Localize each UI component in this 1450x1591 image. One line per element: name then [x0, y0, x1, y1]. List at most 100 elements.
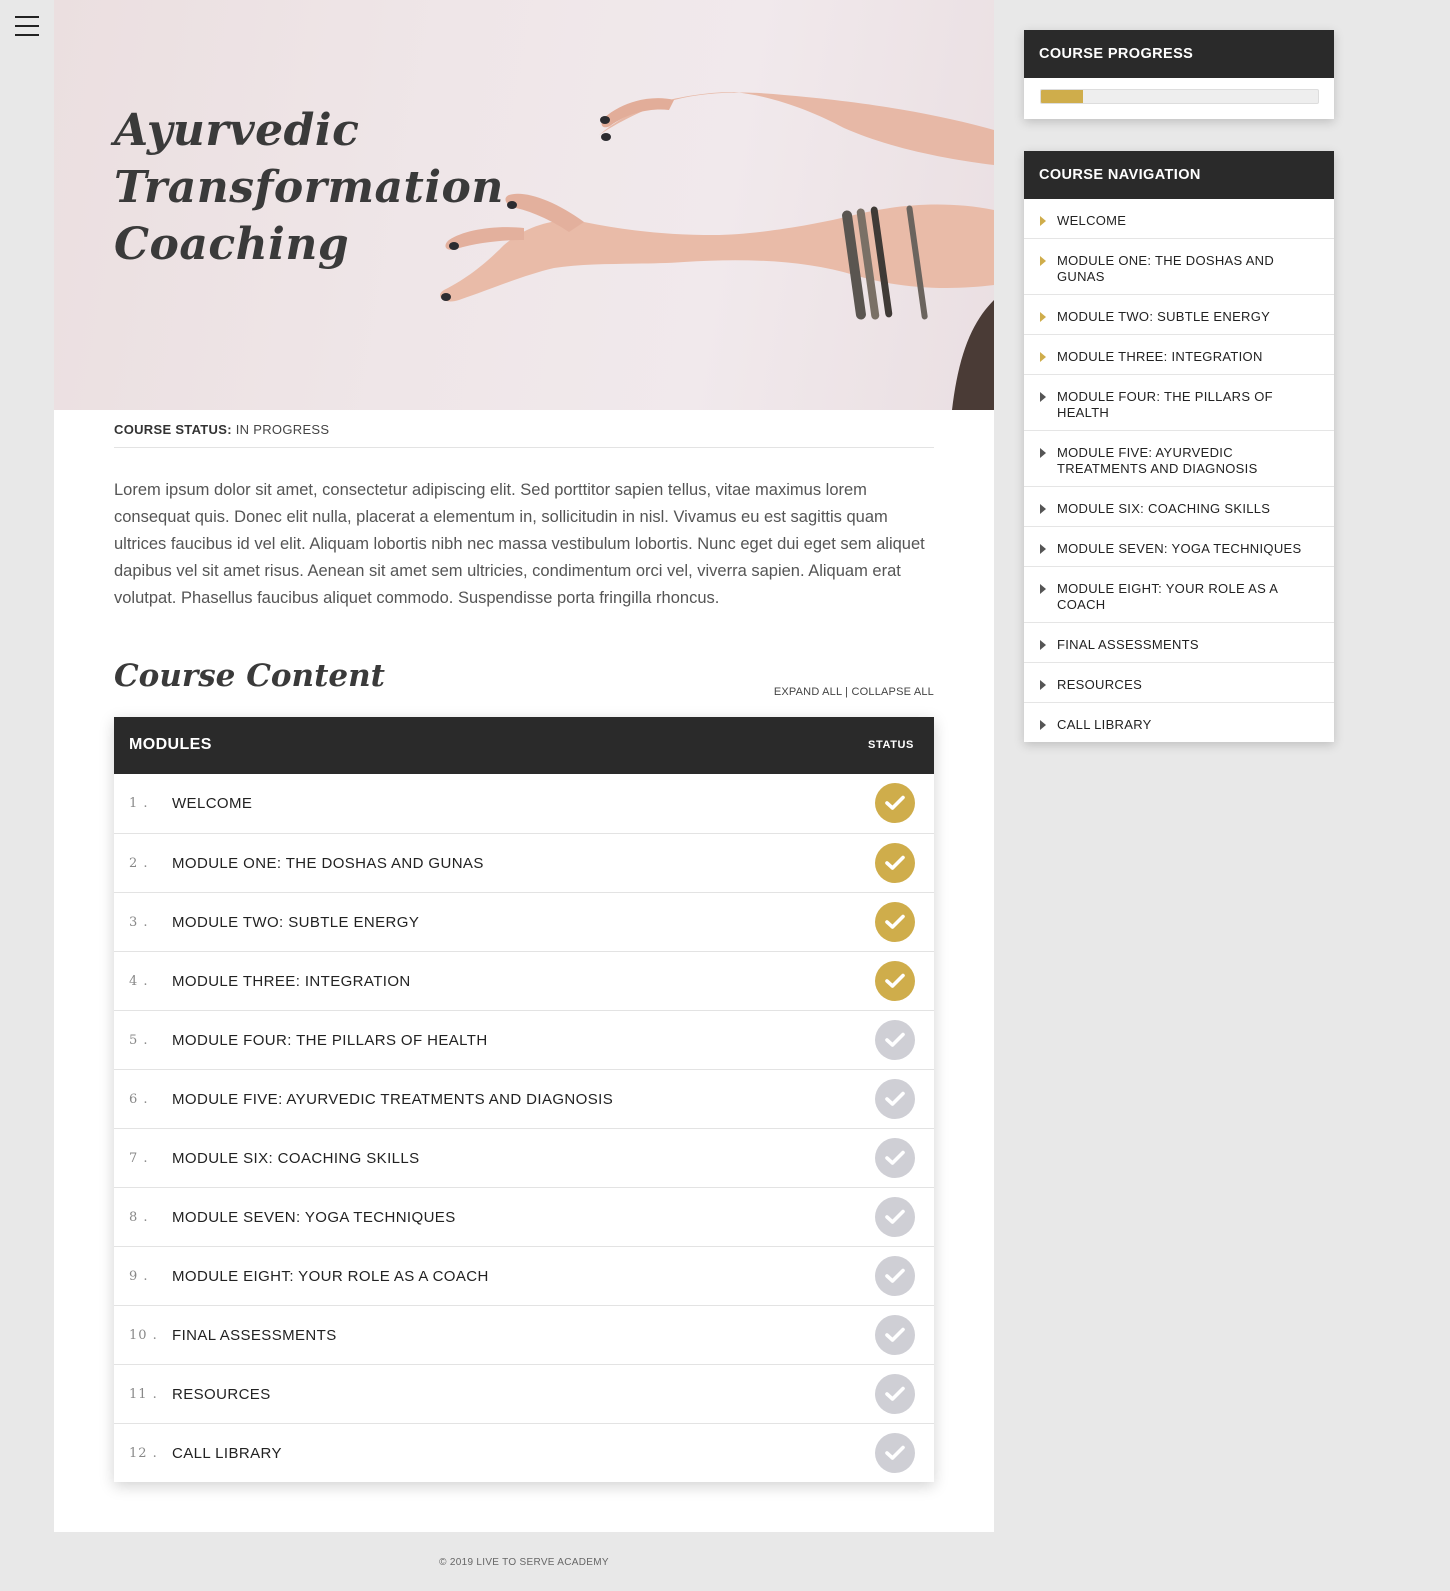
nav-item-label: MODULE EIGHT: YOUR ROLE AS A COACH	[1057, 581, 1278, 612]
expand-all-link[interactable]: EXPAND ALL	[774, 686, 842, 698]
course-navigation-title: COURSE NAVIGATION	[1024, 151, 1334, 199]
checkmark-icon	[885, 914, 905, 929]
checkmark-icon	[885, 855, 905, 870]
module-row[interactable]: 8 . MODULE SEVEN: YOGA TECHNIQUES	[114, 1187, 934, 1246]
course-navigation-widget: COURSE NAVIGATION WELCOME MODULE ONE: THE…	[1024, 151, 1334, 742]
module-number: 11 .	[129, 1387, 158, 1402]
caret-right-icon	[1040, 544, 1046, 554]
module-number: 7 .	[129, 1151, 149, 1166]
caret-right-icon	[1040, 392, 1046, 402]
caret-right-icon	[1040, 216, 1046, 226]
module-title[interactable]: MODULE EIGHT: YOUR ROLE AS A COACH	[172, 1268, 489, 1285]
module-status-icon	[875, 783, 915, 823]
module-title[interactable]: MODULE SIX: COACHING SKILLS	[172, 1150, 420, 1167]
checkmark-icon	[885, 1268, 905, 1283]
nav-item[interactable]: MODULE FIVE: AYURVEDIC TREATMENTS AND DI…	[1024, 430, 1334, 486]
caret-right-icon	[1040, 640, 1046, 650]
nav-item-label: MODULE ONE: THE DOSHAS AND GUNAS	[1057, 253, 1275, 284]
module-title[interactable]: FINAL ASSESSMENTS	[172, 1327, 337, 1344]
caret-right-icon	[1040, 680, 1046, 690]
module-row[interactable]: 9 . MODULE EIGHT: YOUR ROLE AS A COACH	[114, 1246, 934, 1305]
module-title[interactable]: RESOURCES	[172, 1386, 271, 1403]
module-row[interactable]: 2 . MODULE ONE: THE DOSHAS AND GUNAS	[114, 833, 934, 892]
nav-item-label: MODULE SEVEN: YOGA TECHNIQUES	[1057, 541, 1302, 556]
caret-right-icon	[1040, 584, 1046, 594]
module-title[interactable]: MODULE ONE: THE DOSHAS AND GUNAS	[172, 855, 484, 872]
course-title: Ayurvedic Transformation Coaching	[114, 102, 504, 273]
module-title[interactable]: MODULE THREE: INTEGRATION	[172, 973, 411, 990]
main-content: Ayurvedic Transformation Coaching COURSE…	[54, 0, 994, 1532]
module-status-icon	[875, 961, 915, 1001]
nav-item[interactable]: MODULE SIX: COACHING SKILLS	[1024, 486, 1334, 526]
caret-right-icon	[1040, 256, 1046, 266]
course-content-header: Course Content EXPAND ALL | COLLAPSE ALL	[114, 658, 934, 698]
module-row[interactable]: 4 . MODULE THREE: INTEGRATION	[114, 951, 934, 1010]
nav-item[interactable]: WELCOME	[1024, 199, 1334, 238]
modules-table-header: MODULES STATUS	[114, 717, 934, 774]
module-number: 1 .	[129, 796, 149, 811]
module-row[interactable]: 1 . WELCOME	[114, 774, 934, 833]
course-progress-widget: COURSE PROGRESS	[1024, 30, 1334, 119]
module-status-icon	[875, 1138, 915, 1178]
caret-right-icon	[1040, 504, 1046, 514]
nav-item-label: MODULE THREE: INTEGRATION	[1057, 349, 1263, 364]
nav-item[interactable]: MODULE EIGHT: YOUR ROLE AS A COACH	[1024, 566, 1334, 622]
footer-copyright: © 2019 LIVE TO SERVE ACADEMY	[439, 1557, 609, 1568]
hamburger-menu-icon[interactable]	[15, 16, 39, 36]
checkmark-icon	[885, 1032, 905, 1047]
nav-item[interactable]: CALL LIBRARY	[1024, 702, 1334, 742]
checkmark-icon	[885, 973, 905, 988]
expand-collapse-links: EXPAND ALL | COLLAPSE ALL	[774, 686, 934, 698]
nav-item[interactable]: MODULE FOUR: THE PILLARS OF HEALTH	[1024, 374, 1334, 430]
course-title-line: Transformation	[114, 162, 504, 213]
nav-item[interactable]: MODULE ONE: THE DOSHAS AND GUNAS	[1024, 238, 1334, 294]
checkmark-icon	[885, 795, 905, 810]
module-status-icon	[875, 1315, 915, 1355]
module-title[interactable]: MODULE FOUR: THE PILLARS OF HEALTH	[172, 1032, 488, 1049]
status-column-header: STATUS	[868, 739, 914, 751]
module-title[interactable]: MODULE TWO: SUBTLE ENERGY	[172, 914, 419, 931]
module-row[interactable]: 3 . MODULE TWO: SUBTLE ENERGY	[114, 892, 934, 951]
course-description: Lorem ipsum dolor sit amet, consectetur …	[114, 481, 925, 607]
module-row[interactable]: 11 . RESOURCES	[114, 1364, 934, 1423]
module-status-icon	[875, 843, 915, 883]
nav-item[interactable]: MODULE THREE: INTEGRATION	[1024, 334, 1334, 374]
checkmark-icon	[885, 1209, 905, 1224]
collapse-all-link[interactable]: COLLAPSE ALL	[851, 686, 934, 698]
nav-item[interactable]: MODULE TWO: SUBTLE ENERGY	[1024, 294, 1334, 334]
nav-item[interactable]: MODULE SEVEN: YOGA TECHNIQUES	[1024, 526, 1334, 566]
module-title[interactable]: CALL LIBRARY	[172, 1445, 282, 1462]
hero-banner: Ayurvedic Transformation Coaching	[54, 0, 994, 410]
module-row[interactable]: 10 . FINAL ASSESSMENTS	[114, 1305, 934, 1364]
module-status-icon	[875, 1079, 915, 1119]
caret-right-icon	[1040, 352, 1046, 362]
checkmark-icon	[885, 1386, 905, 1401]
module-status-icon	[875, 1374, 915, 1414]
module-title[interactable]: MODULE SEVEN: YOGA TECHNIQUES	[172, 1209, 456, 1226]
course-status: COURSE STATUS: IN PROGRESS	[114, 422, 934, 448]
module-title[interactable]: WELCOME	[172, 795, 252, 812]
module-status-icon	[875, 1020, 915, 1060]
course-progress-title: COURSE PROGRESS	[1024, 30, 1334, 78]
course-status-value: IN PROGRESS	[235, 422, 330, 437]
caret-right-icon	[1040, 312, 1046, 322]
module-row[interactable]: 12 . CALL LIBRARY	[114, 1423, 934, 1482]
nav-item-label: MODULE TWO: SUBTLE ENERGY	[1057, 309, 1271, 324]
module-number: 10 .	[129, 1328, 158, 1343]
nav-item[interactable]: FINAL ASSESSMENTS	[1024, 622, 1334, 662]
nav-item-label: FINAL ASSESSMENTS	[1057, 637, 1199, 652]
module-title[interactable]: MODULE FIVE: AYURVEDIC TREATMENTS AND DI…	[172, 1091, 613, 1108]
modules-table: MODULES STATUS 1 . WELCOME 2 . MODULE ONE: …	[114, 717, 934, 1482]
nav-item[interactable]: RESOURCES	[1024, 662, 1334, 702]
module-status-icon	[875, 1433, 915, 1473]
module-number: 6 .	[129, 1092, 149, 1107]
nav-item-label: MODULE FOUR: THE PILLARS OF HEALTH	[1057, 389, 1273, 420]
checkmark-icon	[885, 1150, 905, 1165]
nav-item-label: CALL LIBRARY	[1057, 717, 1152, 732]
module-row[interactable]: 5 . MODULE FOUR: THE PILLARS OF HEALTH	[114, 1010, 934, 1069]
progress-body	[1024, 78, 1334, 119]
module-row[interactable]: 6 . MODULE FIVE: AYURVEDIC TREATMENTS AND…	[114, 1069, 934, 1128]
modules-column-header: MODULES	[129, 736, 212, 753]
module-row[interactable]: 7 . MODULE SIX: COACHING SKILLS	[114, 1128, 934, 1187]
caret-right-icon	[1040, 720, 1046, 730]
